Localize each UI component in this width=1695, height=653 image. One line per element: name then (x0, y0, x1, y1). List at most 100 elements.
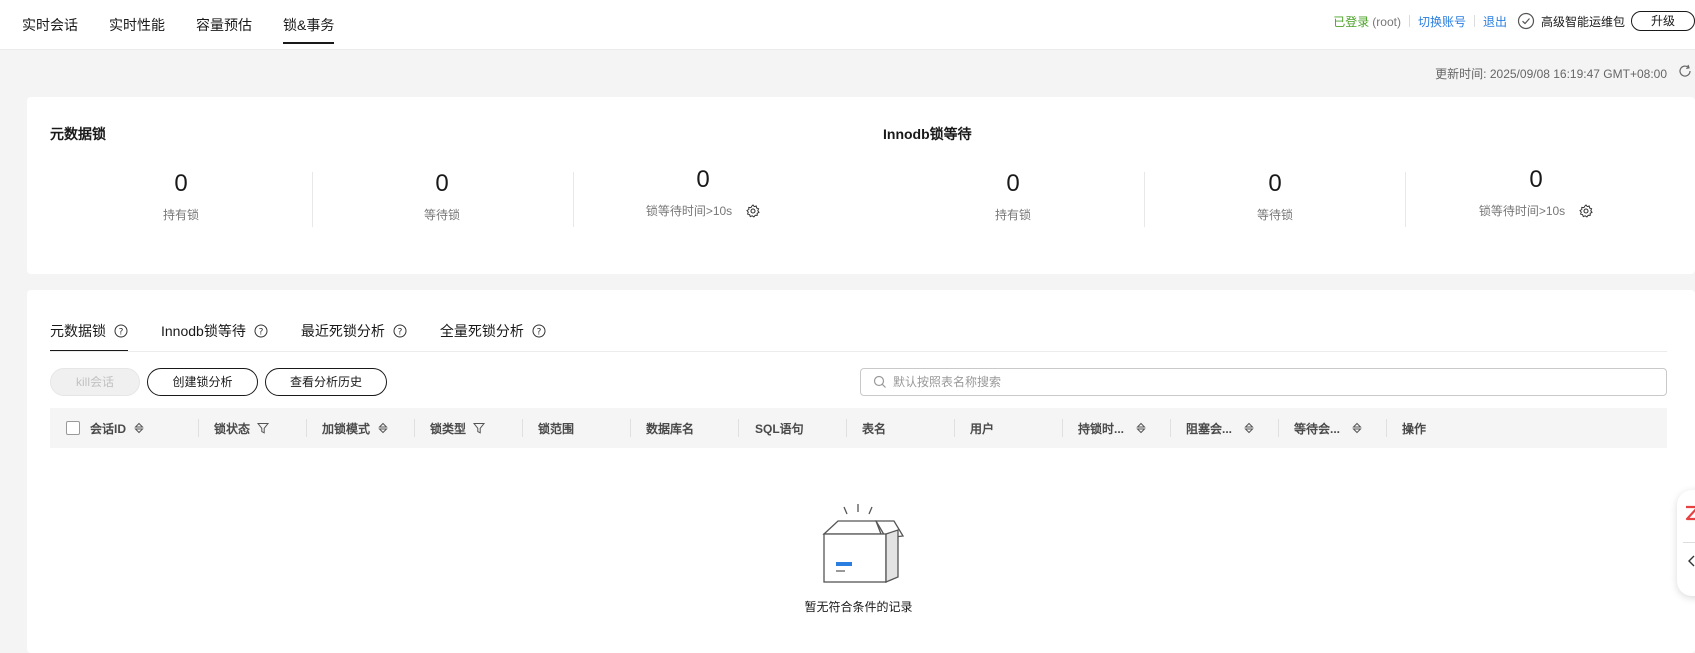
logout-link[interactable]: 退出 (1483, 13, 1507, 30)
column-divider (630, 419, 631, 437)
create-lock-analysis-button[interactable]: 创建锁分析 (147, 368, 258, 396)
empty-box-icon (822, 504, 905, 583)
innodb-held-metric: 0 持有锁 (883, 170, 1143, 223)
tab-label: 全量死锁分析 (439, 323, 524, 339)
column-lock-mode[interactable]: 加锁模式 (322, 408, 390, 448)
column-waiting-sessions[interactable]: 等待会... (1294, 408, 1364, 448)
column-label: 加锁模式 (322, 421, 371, 436)
select-all-checkbox[interactable] (66, 421, 80, 435)
column-blocked-sessions[interactable]: 阻塞会... (1186, 408, 1256, 448)
tab-recent-deadlock-analysis[interactable]: 最近死锁分析 ? (301, 310, 407, 352)
refresh-icon[interactable] (1677, 63, 1693, 79)
metric-value: 0 (1529, 166, 1543, 193)
svg-text:?: ? (258, 327, 263, 337)
search-input[interactable] (893, 375, 1593, 389)
innodb-waiting-metric: 0 等待锁 (1145, 170, 1405, 223)
column-lock-status[interactable]: 锁状态 (214, 408, 270, 448)
filter-icon[interactable] (472, 421, 486, 435)
svg-text:?: ? (397, 327, 402, 337)
column-label: 阻塞会... (1186, 421, 1233, 436)
table-search (860, 368, 1667, 396)
column-divider (198, 419, 199, 437)
tab-innodb-lock-wait[interactable]: Innodb锁等待 ? (161, 310, 268, 352)
metric-label: 等待锁 (423, 208, 460, 222)
help-icon[interactable]: ? (532, 324, 546, 338)
sort-icon[interactable] (1350, 421, 1364, 435)
column-divider (522, 419, 523, 437)
metric-label-row: 锁等待时间>10s (1479, 202, 1593, 219)
login-user: (root) (1372, 14, 1401, 29)
check-circle-icon (1517, 12, 1535, 30)
upgrade-button[interactable]: 升级 (1631, 11, 1695, 31)
tab-full-deadlock-analysis[interactable]: 全量死锁分析 ? (440, 310, 546, 352)
gear-icon[interactable] (746, 203, 760, 218)
help-icon[interactable]: ? (114, 324, 128, 338)
column-label: 操作 (1402, 421, 1427, 436)
column-divider (1170, 419, 1171, 437)
help-icon[interactable]: ? (254, 324, 268, 338)
metric-label: 锁等待时间>10s (1478, 204, 1566, 218)
top-tabs: 实时会话 实时性能 容量预估 锁&事务 (22, 0, 365, 50)
detail-tabs: 元数据锁 ? Innodb锁等待 ? 最近死锁分析 ? 全量死锁分析 ? (50, 310, 579, 352)
update-time: 更新时间: 2025/09/08 16:19:47 GMT+08:00 (1435, 65, 1667, 82)
table-header: 会话ID 锁状态 加锁模式 锁类型 锁范围 数据库名 SQL语句 表名 用户 持… (50, 408, 1667, 448)
metric-label: 锁等待时间>10s (645, 204, 733, 218)
svg-text:?: ? (119, 327, 124, 337)
help-icon[interactable]: ? (393, 324, 407, 338)
chevron-left-icon[interactable] (1685, 554, 1695, 568)
tab-realtime-sessions[interactable]: 实时会话 (22, 0, 78, 50)
tab-capacity-forecast[interactable]: 容量预估 (196, 0, 252, 50)
column-divider (738, 419, 739, 437)
update-time-label: 更新时间: (1435, 67, 1487, 81)
kill-session-button[interactable]: kill会话 (50, 368, 140, 396)
column-divider (1062, 419, 1063, 437)
svg-text:?: ? (536, 327, 541, 337)
tab-locks-transactions[interactable]: 锁&事务 (283, 0, 335, 50)
gear-icon[interactable] (1579, 203, 1593, 218)
tab-metadata-lock[interactable]: 元数据锁 ? (50, 310, 128, 352)
empty-state-text: 暂无符合条件的记录 (804, 600, 913, 614)
login-status: 已登录 (root) (1333, 13, 1401, 30)
column-label: 等待会... (1294, 421, 1341, 436)
column-label: 持锁时... (1078, 421, 1125, 436)
column-divider (954, 419, 955, 437)
column-lock-type[interactable]: 锁类型 (430, 408, 486, 448)
panel-divider (1683, 542, 1695, 543)
tab-label: Innodb锁等待 (161, 323, 246, 339)
switch-account-link[interactable]: 切换账号 (1418, 13, 1466, 30)
column-label: 锁范围 (538, 421, 575, 436)
column-label: 数据库名 (646, 421, 695, 436)
column-label: 锁类型 (430, 421, 467, 436)
metric-value: 0 (696, 166, 710, 193)
metadata-waiting-metric: 0 等待锁 (312, 170, 572, 223)
filter-icon[interactable] (256, 421, 270, 435)
column-divider (846, 419, 847, 437)
assistant-logo-icon[interactable] (1683, 504, 1695, 522)
account-area: 已登录 (root) 切换账号 退出 高级智能运维包 升级 (1333, 11, 1695, 31)
column-label: 用户 (970, 421, 995, 436)
column-divider (1386, 419, 1387, 437)
column-lock-range: 锁范围 (538, 408, 574, 448)
view-analysis-history-button[interactable]: 查看分析历史 (265, 368, 387, 396)
search-icon (873, 375, 886, 388)
tab-label: 元数据锁 (50, 323, 106, 339)
sort-icon[interactable] (1242, 421, 1256, 435)
separator (1473, 15, 1475, 27)
metadata-wait-over-metric: 0 锁等待时间>10s (573, 166, 833, 219)
metric-value: 0 (1268, 170, 1282, 197)
innodb-lock-title: Innodb锁等待 (883, 126, 972, 142)
sort-icon[interactable] (1134, 421, 1148, 435)
column-lock-hold-time[interactable]: 持锁时... (1078, 408, 1148, 448)
sort-icon[interactable] (132, 421, 146, 435)
metadata-held-metric: 0 持有锁 (51, 170, 311, 223)
column-session-id[interactable]: 会话ID (66, 408, 146, 448)
column-label: 会话ID (90, 421, 127, 436)
metric-value: 0 (1006, 170, 1020, 197)
tab-realtime-performance[interactable]: 实时性能 (109, 0, 165, 50)
column-label: SQL语句 (755, 421, 804, 436)
metric-value: 0 (174, 170, 188, 197)
metric-label: 持有锁 (994, 208, 1031, 222)
sort-icon[interactable] (376, 421, 390, 435)
column-divider (306, 419, 307, 437)
metric-value: 0 (435, 170, 449, 197)
